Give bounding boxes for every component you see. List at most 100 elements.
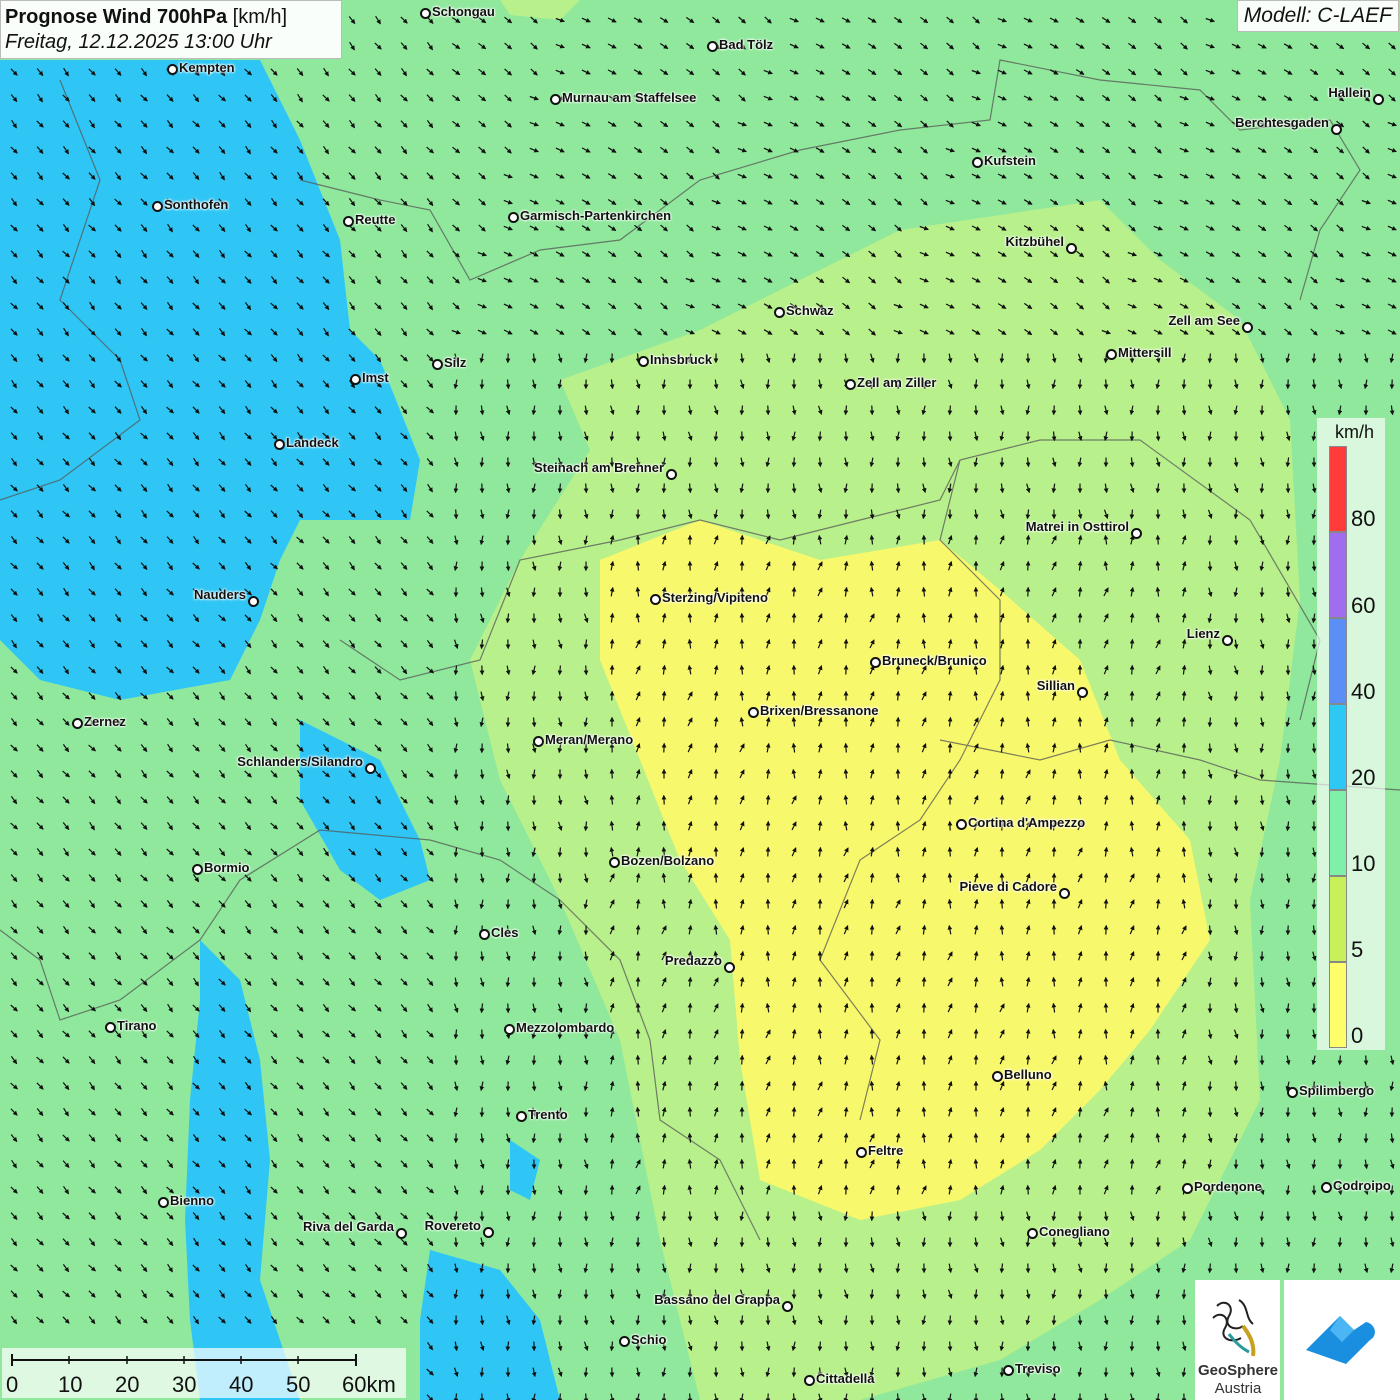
- city-label-murnau-am-staffelsee: Murnau am Staffelsee: [562, 90, 697, 105]
- city-label-kitzb-hel: Kitzbühel: [1005, 234, 1065, 249]
- wind-arrow: [1103, 1289, 1109, 1300]
- city-label-garmisch-partenkirchen: Garmisch-Partenkirchen: [520, 208, 672, 223]
- wind-arrow: [947, 846, 953, 857]
- geosphere-logo-icon: [1212, 1299, 1256, 1357]
- scale-label-50: 50: [286, 1372, 311, 1397]
- city-marker-treviso: [1003, 1365, 1014, 1376]
- city-marker-silz: [432, 359, 443, 370]
- wind-arrow: [1051, 846, 1057, 857]
- city-label-meran-merano: Meran/Merano: [545, 732, 634, 747]
- wind-arrow: [583, 483, 589, 494]
- city-label-bozen-bolzano: Bozen/Bolzano: [621, 853, 715, 868]
- city-label-riva-del-garda: Riva del Garda: [302, 1219, 394, 1234]
- wind-arrow: [1129, 1184, 1135, 1195]
- wind-arrow: [609, 1184, 615, 1195]
- wind-arrow: [531, 1237, 537, 1248]
- legend-tick-60: 60: [1351, 593, 1376, 618]
- city-marker-zell-am-ziller: [845, 379, 856, 390]
- scale-label-60km: 60km: [342, 1372, 396, 1397]
- wind-arrow: [791, 1106, 797, 1117]
- legend-color-band: [1329, 618, 1347, 704]
- wind-arrow: [453, 1055, 459, 1066]
- city-marker-bormio: [192, 864, 203, 875]
- wind-arrow: [661, 1211, 667, 1222]
- city-label-codroipo: Codroipo: [1333, 1178, 1391, 1193]
- wind-arrow: [1363, 1237, 1369, 1248]
- wind-arrow: [1025, 1080, 1031, 1091]
- scale-label-30: 30: [172, 1372, 197, 1397]
- city-marker-conegliano: [1027, 1228, 1038, 1239]
- wind-arrow: [557, 1211, 563, 1222]
- wind-arrow: [1129, 664, 1135, 675]
- city-marker-schwaz: [774, 307, 785, 318]
- wind-arrow: [817, 976, 823, 987]
- city-label-belluno: Belluno: [1004, 1067, 1052, 1082]
- wind-arrow: [609, 664, 615, 675]
- scale-label-0: 0: [6, 1372, 19, 1397]
- city-label-imst: Imst: [362, 370, 389, 385]
- wind-arrow: [531, 691, 537, 702]
- city-label-schio: Schio: [631, 1332, 667, 1347]
- wind-arrow: [687, 1393, 693, 1400]
- wind-arrow: [1337, 1055, 1343, 1066]
- wind-arrow: [453, 509, 459, 520]
- city-label-zernez: Zernez: [84, 714, 126, 729]
- wind-arrow: [1363, 1055, 1369, 1066]
- city-label-cortina-d-ampezzo: Cortina d'Ampezzo: [968, 815, 1086, 830]
- wind-arrow: [791, 690, 797, 701]
- city-label-innsbruck: Innsbruck: [650, 352, 713, 367]
- wind-arrow: [817, 872, 823, 883]
- city-marker-zernez: [72, 718, 83, 729]
- wind-arrow: [713, 457, 719, 468]
- wind-arrow: [869, 924, 875, 935]
- wind-arrow: [1077, 716, 1083, 727]
- wind-arrow: [1051, 405, 1057, 416]
- city-marker-codroipo: [1321, 1182, 1332, 1193]
- wind-arrow: [921, 431, 927, 442]
- city-marker-bozen-bolzano: [609, 857, 620, 868]
- wind-arrow: [869, 1028, 875, 1039]
- wind-arrow: [1337, 353, 1343, 364]
- wind-arrow: [1181, 1289, 1187, 1300]
- city-label-schwaz: Schwaz: [786, 303, 834, 318]
- city-marker-mittersill: [1106, 349, 1117, 360]
- city-marker-belluno: [992, 1071, 1003, 1082]
- city-marker-schio: [619, 1336, 630, 1347]
- wind-arrow: [1207, 535, 1213, 546]
- wind-arrow: [947, 405, 953, 416]
- wind-arrow: [1337, 1237, 1343, 1248]
- wind-arrow: [791, 457, 797, 468]
- legend-color-band: [1329, 790, 1347, 876]
- wind-arrow: [635, 534, 641, 545]
- city-marker-nauders: [248, 596, 259, 607]
- wind-arrow: [1207, 1081, 1213, 1092]
- wind-arrow: [999, 898, 1005, 909]
- wind-arrow: [531, 1055, 537, 1066]
- legend-tick-20: 20: [1351, 765, 1376, 790]
- city-marker-feltre: [856, 1147, 867, 1158]
- city-marker-hallein: [1373, 94, 1384, 105]
- city-label-bad-t-lz: Bad Tölz: [719, 37, 774, 52]
- wind-arrow: [1207, 561, 1213, 572]
- city-marker-cles: [479, 929, 490, 940]
- wind-arrow: [791, 1367, 797, 1378]
- city-label-zell-am-ziller: Zell am Ziller: [857, 375, 937, 390]
- wind-arrow: [1233, 353, 1239, 364]
- wind-arrow: [635, 950, 641, 961]
- wind-arrow: [453, 873, 459, 884]
- city-marker-kempten: [167, 64, 178, 75]
- model-label: Modell: C-LAEF: [1236, 0, 1399, 32]
- city-marker-kitzb-hel: [1066, 243, 1077, 254]
- wind-arrow: [1337, 1263, 1343, 1274]
- city-marker-cittadella: [804, 1375, 815, 1386]
- map-title: Prognose Wind 700hPa [km/h]: [5, 4, 333, 30]
- city-label-zell-am-see: Zell am See: [1168, 313, 1240, 328]
- app-logo: [1284, 1280, 1400, 1400]
- wind-arrow: [1311, 353, 1317, 364]
- wind-arrow: [583, 1393, 589, 1400]
- city-label-pieve-di-cadore: Pieve di Cadore: [959, 879, 1057, 894]
- legend-color-band: [1329, 532, 1347, 618]
- city-label-bruneck-brunico: Bruneck/Brunico: [882, 653, 987, 668]
- city-marker-pordenone: [1182, 1183, 1193, 1194]
- legend-tick-40: 40: [1351, 679, 1376, 704]
